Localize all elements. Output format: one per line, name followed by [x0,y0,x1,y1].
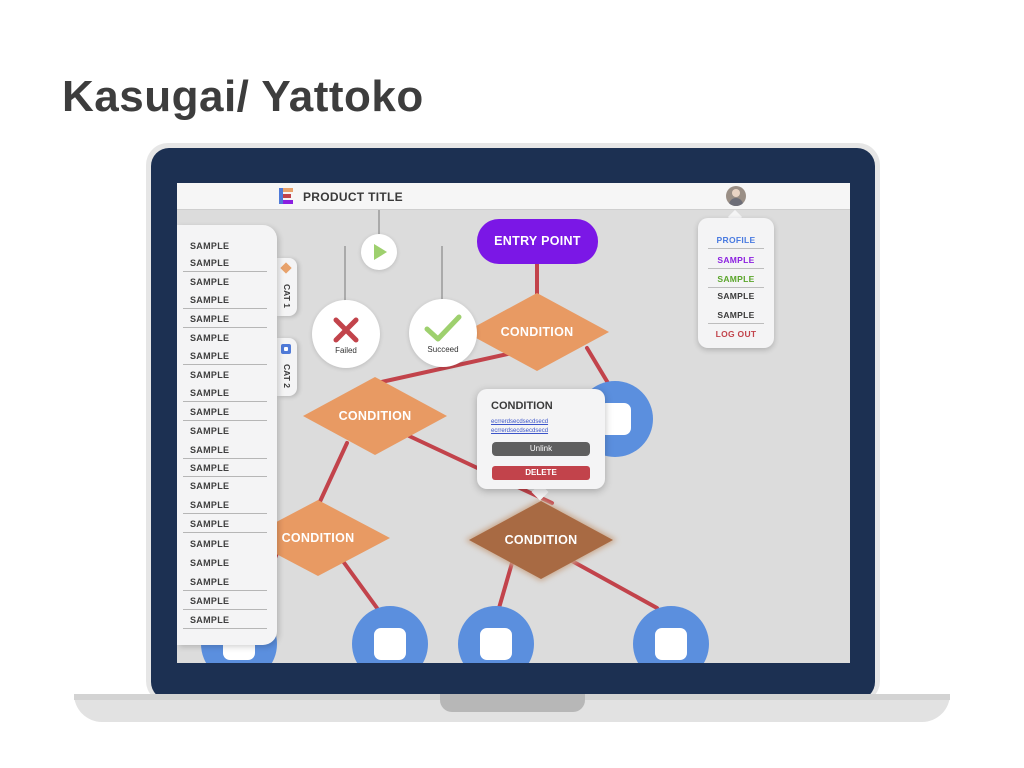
entry-point-node[interactable]: ENTRY POINT [477,219,598,264]
failed-label: Failed [335,346,357,355]
square-icon [281,344,291,354]
app-screen: CONDITION CONDITION CONDITION CONDITION … [177,183,850,663]
sidebar-item[interactable]: SAMPLE [183,477,267,495]
popover-link[interactable]: ecrrerdsecdsecdsecd [491,428,548,434]
edge [315,441,349,510]
condition-label[interactable]: CONDITION [477,325,597,339]
play-button[interactable] [361,234,397,270]
profile-menu: PROFILE SAMPLE SAMPLE SAMPLE SAMPLE LOG … [698,218,774,348]
laptop-notch [440,694,585,712]
app-topbar: PRODUCT TITLE [177,183,850,210]
page-heading: Kasugai/ Yattoko [62,72,424,121]
sidebar-item[interactable]: SAMPLE [183,403,267,421]
sidebar-item[interactable]: SAMPLE [183,535,267,553]
unlink-button[interactable]: Unlink [492,442,590,456]
sidebar-item[interactable]: SAMPLE [183,496,267,514]
menu-item-sample[interactable]: SAMPLE [708,270,764,288]
sidebar-item[interactable]: SAMPLE [183,254,267,272]
diamond-icon [280,262,292,274]
sidebar-item[interactable]: SAMPLE [183,384,267,402]
edge [570,559,659,610]
menu-item-sample[interactable]: SAMPLE [708,251,764,269]
tab-label: CAT 1 [282,284,292,308]
sidebar-item[interactable]: SAMPLE [183,515,267,533]
tab-cat-2[interactable]: CAT 2 [277,338,297,396]
check-icon [424,314,462,342]
tab-cat-1[interactable]: CAT 1 [277,258,297,316]
sidebar-item[interactable]: SAMPLE [183,273,267,291]
sidebar-item[interactable]: SAMPLE [183,237,267,255]
product-title: PRODUCT TITLE [303,190,403,204]
sidebar-item[interactable]: SAMPLE [183,592,267,610]
sidebar-item[interactable]: SAMPLE [183,554,267,572]
sidebar-item[interactable]: SAMPLE [183,441,267,459]
sidebar-item[interactable]: SAMPLE [183,329,267,347]
failed-node[interactable]: Failed [312,300,380,368]
succeed-node[interactable]: Succeed [409,299,477,367]
succeed-label: Succeed [427,345,459,354]
sidebar-item[interactable]: SAMPLE [183,347,267,365]
play-icon [374,244,387,260]
sidebar-item[interactable]: SAMPLE [183,611,267,629]
menu-item-sample[interactable]: SAMPLE [708,306,764,324]
menu-item-profile[interactable]: PROFILE [708,231,764,249]
sidebar-item[interactable]: SAMPLE [183,422,267,440]
edge [497,561,514,610]
logo-icon [279,188,293,204]
condition-label[interactable]: CONDITION [481,533,601,547]
avatar[interactable] [726,186,746,206]
sidebar: SAMPLE SAMPLE SAMPLE SAMPLE SAMPLE SAMPL… [177,225,277,645]
sidebar-item[interactable]: SAMPLE [183,310,267,328]
close-icon [333,317,359,343]
tab-label: CAT 2 [282,364,292,388]
sidebar-item[interactable]: SAMPLE [183,366,267,384]
sidebar-item[interactable]: SAMPLE [183,291,267,309]
condition-popover: CONDITION ecrrerdsecdsecdsecd ecrrerdsec… [477,389,605,489]
sidebar-item[interactable]: SAMPLE [183,573,267,591]
menu-item-sample[interactable]: SAMPLE [708,287,764,305]
menu-item-logout[interactable]: LOG OUT [708,325,764,343]
popover-title: CONDITION [491,400,553,412]
delete-button[interactable]: DELETE [492,466,590,480]
popover-link[interactable]: ecrrerdsecdsecdsecd [491,419,548,425]
condition-label[interactable]: CONDITION [315,409,435,423]
sidebar-item[interactable]: SAMPLE [183,459,267,477]
